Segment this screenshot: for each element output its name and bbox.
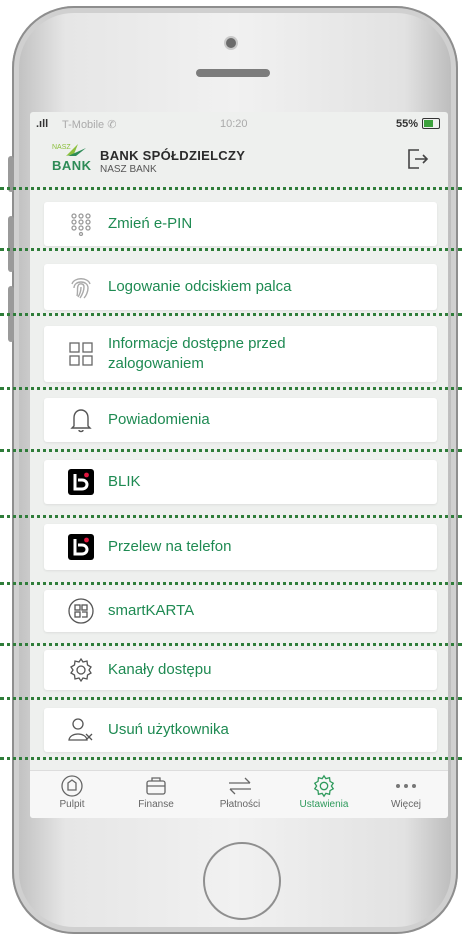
status-time: 10:20 bbox=[220, 118, 248, 130]
dotted-separator bbox=[0, 697, 462, 700]
tab-finanse[interactable]: Finanse bbox=[114, 773, 198, 817]
menu-item-label: Usuń użytkownika bbox=[108, 721, 229, 738]
menu-item-pre-login-info[interactable]: Informacje dostępne przed zalogowaniem bbox=[44, 326, 437, 382]
dotted-separator bbox=[0, 515, 462, 518]
menu-item-label: Logowanie odciskiem palca bbox=[108, 278, 292, 295]
fingerprint-icon bbox=[66, 272, 96, 302]
settings-icon bbox=[282, 773, 366, 799]
tab-label: Finanse bbox=[138, 799, 174, 810]
smartcard-icon bbox=[66, 596, 96, 626]
battery-icon bbox=[422, 118, 440, 129]
menu-item-label: BLIK bbox=[108, 473, 141, 490]
grid-icon bbox=[66, 339, 96, 369]
menu-item-remove-user[interactable]: Usuń użytkownika bbox=[44, 708, 437, 752]
dotted-separator bbox=[0, 757, 462, 760]
remove-user-icon bbox=[66, 715, 96, 745]
menu-item-fingerprint-login[interactable]: Logowanie odciskiem palca bbox=[44, 264, 437, 310]
logout-icon[interactable] bbox=[404, 146, 430, 172]
tab-pulpit[interactable]: Pulpit bbox=[30, 773, 114, 817]
bank-name: BANK SPÓŁDZIELCZY bbox=[100, 148, 246, 163]
dotted-separator bbox=[0, 248, 462, 251]
tab-label: Pulpit bbox=[59, 799, 85, 810]
carrier-name: T-Mobile ✆ bbox=[62, 119, 117, 131]
dashboard-icon bbox=[30, 773, 114, 799]
menu-item-label: Kanały dostępu bbox=[108, 661, 212, 678]
battery-percent: 55% bbox=[395, 118, 418, 130]
app-header: NASZ BANK BANK SPÓŁDZIELCZY NASZ BANK bbox=[30, 136, 448, 188]
menu-item-smartkarta[interactable]: smartKARTA bbox=[44, 590, 437, 632]
tab-wiecej[interactable]: Więcej bbox=[364, 773, 448, 817]
gear-icon bbox=[66, 655, 96, 685]
dotted-separator bbox=[0, 313, 462, 316]
logo-small-text: NASZ bbox=[52, 144, 71, 151]
bottom-tab-bar: Pulpit Finanse Płatności Ustawienia Więc… bbox=[30, 770, 448, 818]
more-icon bbox=[364, 773, 448, 799]
menu-item-blik[interactable]: BLIK bbox=[44, 460, 437, 504]
blik-icon bbox=[66, 532, 96, 562]
dotted-separator bbox=[0, 643, 462, 646]
transfer-arrows-icon bbox=[198, 773, 282, 799]
tab-ustawienia[interactable]: Ustawienia bbox=[282, 773, 366, 817]
menu-item-label: Przelew na telefon bbox=[108, 538, 232, 555]
menu-item-phone-transfer[interactable]: Przelew na telefon bbox=[44, 524, 437, 570]
menu-item-label: smartKARTA bbox=[108, 602, 195, 619]
tab-label: Ustawienia bbox=[299, 799, 349, 810]
bank-subtitle: NASZ BANK bbox=[100, 164, 157, 175]
dotted-separator bbox=[0, 187, 462, 190]
bell-icon bbox=[66, 405, 96, 435]
logo-big-text: BANK bbox=[52, 158, 92, 173]
signal-indicator: .ıll bbox=[36, 118, 49, 130]
dotted-separator bbox=[0, 582, 462, 585]
home-button[interactable] bbox=[203, 842, 281, 920]
dotted-separator bbox=[0, 387, 462, 390]
status-bar: .ıll T-Mobile ✆ 10:20 55% bbox=[30, 112, 448, 134]
menu-item-label: Zmień e-PIN bbox=[108, 215, 193, 232]
front-camera bbox=[226, 38, 236, 48]
tab-platnosci[interactable]: Płatności bbox=[198, 773, 282, 817]
menu-item-label: Informacje dostępne przed bbox=[108, 335, 286, 352]
menu-item-label: Powiadomienia bbox=[108, 411, 210, 428]
earpiece-speaker bbox=[196, 69, 270, 77]
menu-item-notifications[interactable]: Powiadomienia bbox=[44, 398, 437, 442]
tab-label: Więcej bbox=[390, 799, 421, 810]
menu-item-change-epin[interactable]: Zmień e-PIN bbox=[44, 202, 437, 246]
menu-item-access-channels[interactable]: Kanały dostępu bbox=[44, 650, 437, 690]
menu-item-label-line2: zalogowaniem bbox=[108, 355, 204, 372]
blik-icon bbox=[66, 467, 96, 497]
keypad-icon bbox=[66, 209, 96, 239]
phone-screen: .ıll T-Mobile ✆ 10:20 55% NASZ BANK BANK… bbox=[30, 112, 448, 818]
tab-label: Płatności bbox=[219, 799, 261, 810]
bank-logo: NASZ BANK bbox=[52, 144, 92, 174]
dotted-separator bbox=[0, 449, 462, 452]
phone-volume-up-button bbox=[8, 216, 14, 272]
wallet-icon bbox=[114, 773, 198, 799]
